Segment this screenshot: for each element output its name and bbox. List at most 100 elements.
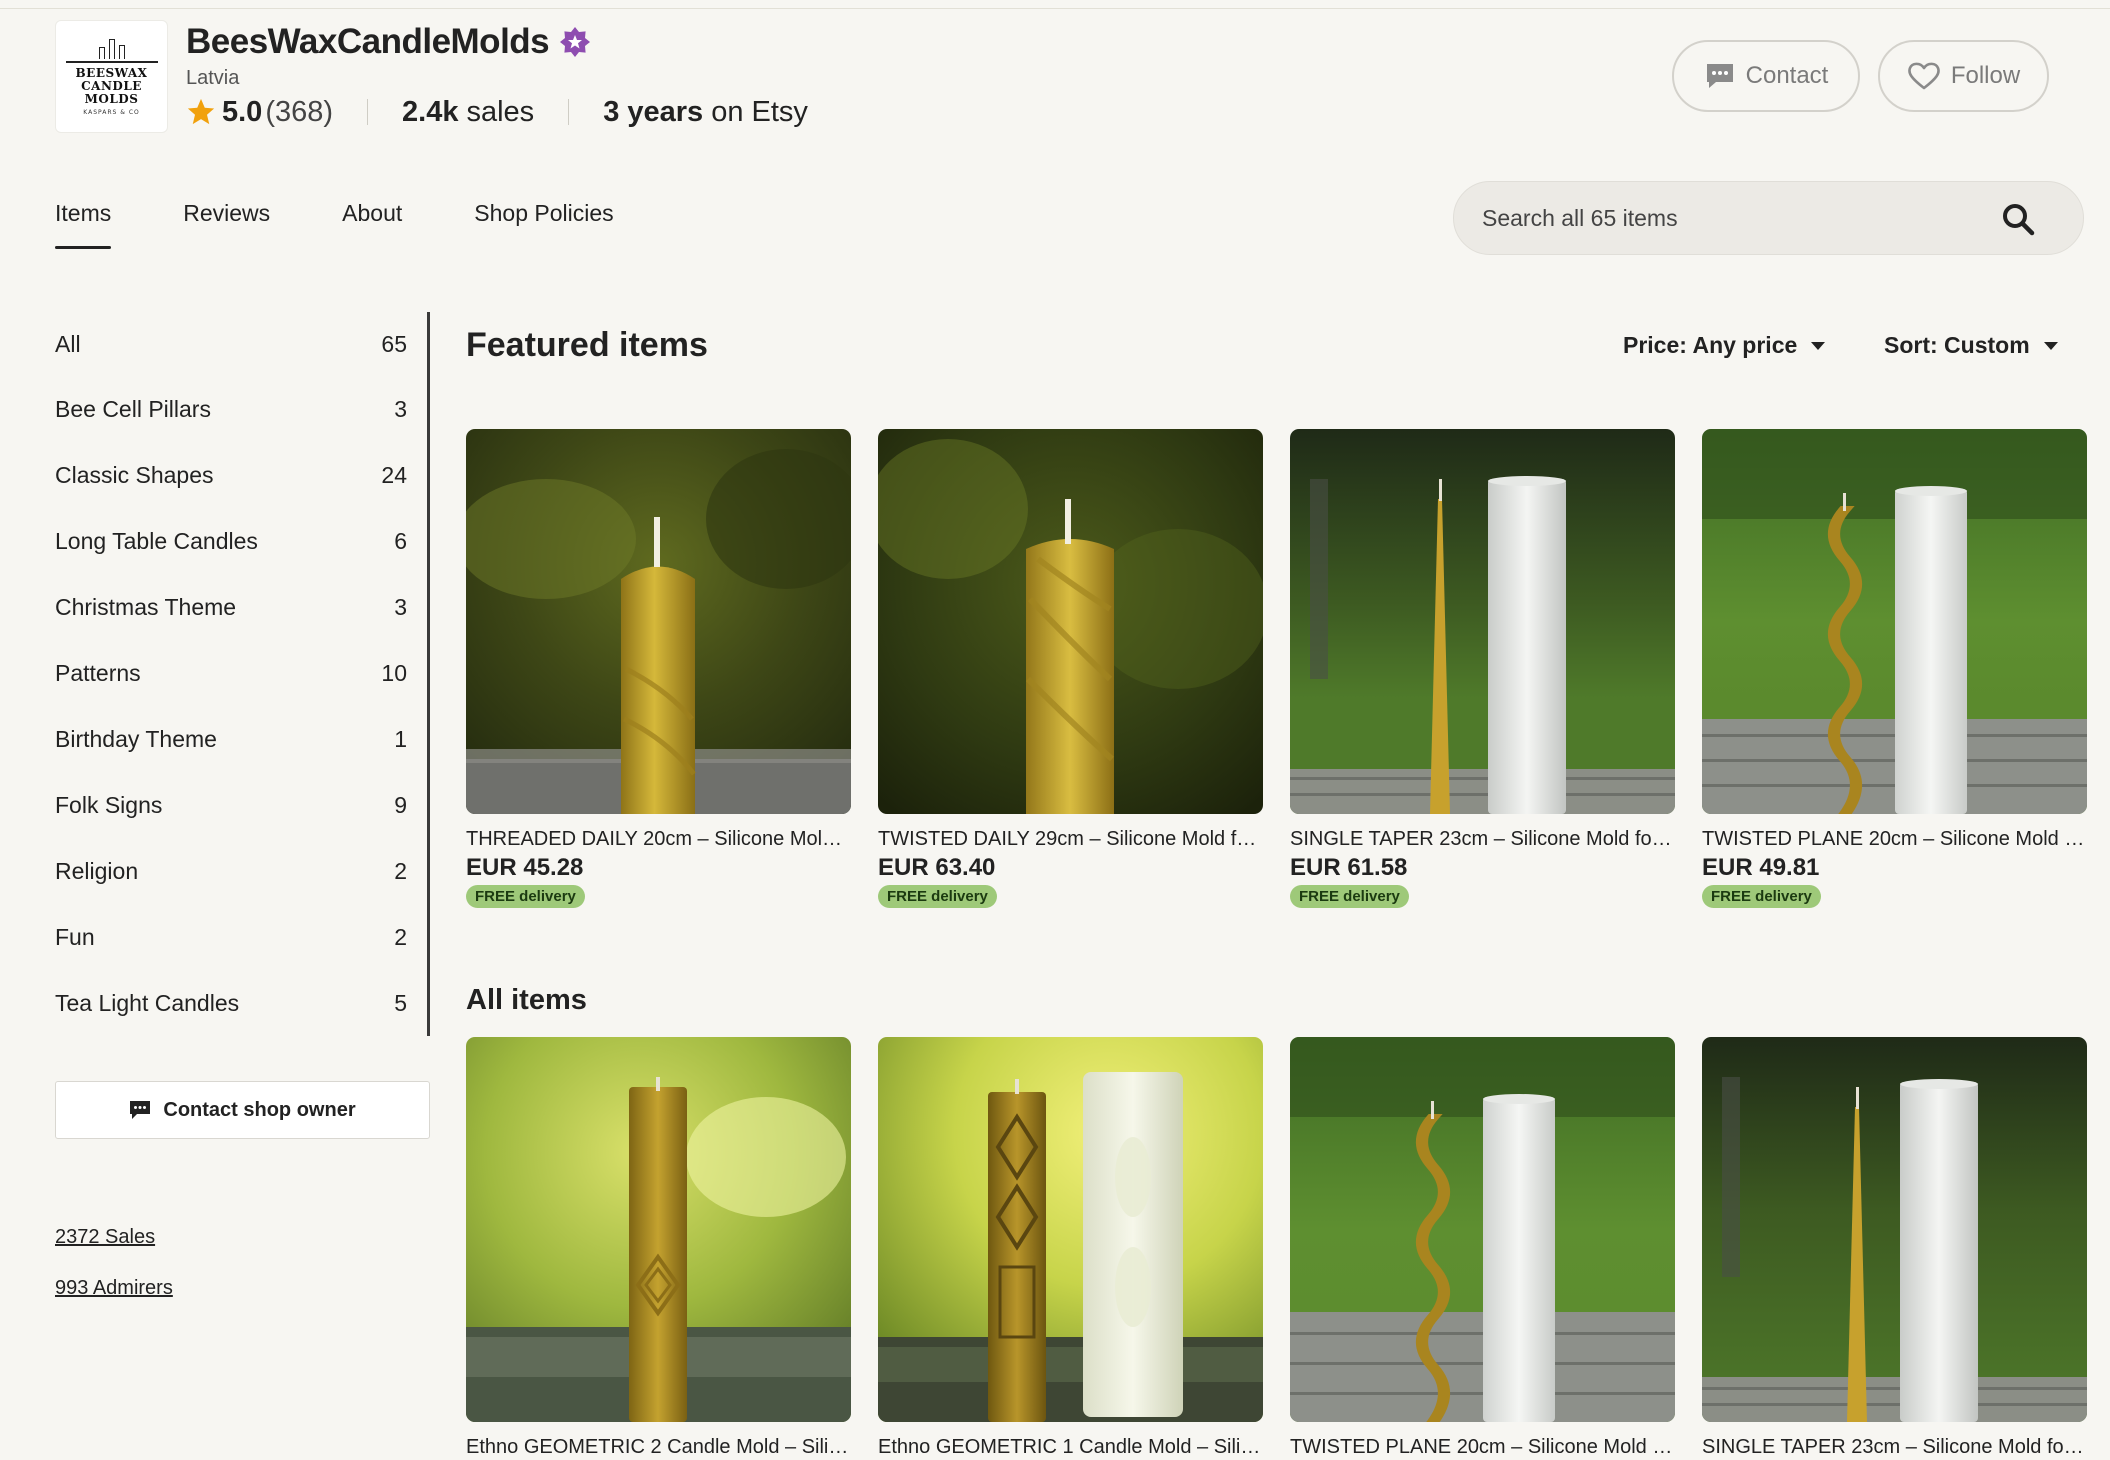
category-count: 10 xyxy=(381,659,407,686)
category-label: Religion xyxy=(55,857,139,884)
listing-image[interactable] xyxy=(1290,429,1675,814)
logo-divider xyxy=(65,61,158,63)
sort-label: Sort: Custom xyxy=(1884,332,2030,358)
listing-card[interactable]: Ethno GEOMETRIC 1 Candle Mold – Silicone… xyxy=(878,1037,1263,1459)
category-folk-signs[interactable]: Folk Signs 9 xyxy=(55,772,427,838)
caret-down-icon xyxy=(2043,341,2058,350)
stat-divider xyxy=(568,99,570,125)
category-classic-shapes[interactable]: Classic Shapes 24 xyxy=(55,442,427,508)
sales-link[interactable]: 2372 Sales xyxy=(55,1226,430,1249)
contact-button-label: Contact xyxy=(1745,62,1829,89)
category-list: All 65 Bee Cell Pillars 3 Classic Shapes 24… xyxy=(55,312,430,1036)
rating-value: 5.0 xyxy=(222,95,263,128)
category-birthday-theme[interactable]: Birthday Theme 1 xyxy=(55,706,427,772)
sales-value: 2.4k xyxy=(402,95,459,128)
listing-image[interactable] xyxy=(466,1037,851,1422)
search-input[interactable] xyxy=(1482,204,1962,232)
category-long-table-candles[interactable]: Long Table Candles 6 xyxy=(55,508,427,574)
tab-reviews[interactable]: Reviews xyxy=(183,200,270,249)
category-label: Tea Light Candles xyxy=(55,989,240,1016)
listing-price: EUR 49.81 xyxy=(1702,854,1820,881)
category-fun[interactable]: Fun 2 xyxy=(55,904,427,970)
listing-card[interactable]: SINGLE TAPER 23cm – Silicone Mold for Be… xyxy=(1290,429,1675,908)
category-label: Folk Signs xyxy=(55,791,163,818)
listing-image[interactable] xyxy=(466,429,851,814)
listing-card[interactable]: THREADED DAILY 20cm – Silicone Mold for … xyxy=(466,429,851,908)
heart-icon xyxy=(1908,62,1940,90)
listing-image[interactable] xyxy=(1702,1037,2087,1422)
category-label: Birthday Theme xyxy=(55,725,217,752)
listing-price: EUR 45.28 xyxy=(466,854,584,881)
rating-star-icon xyxy=(187,98,215,125)
listing-card[interactable]: TWISTED PLANE 20cm – Silicone Mold for B… xyxy=(1702,429,2087,908)
sidebar: All 65 Bee Cell Pillars 3 Classic Shapes 24… xyxy=(55,312,430,1300)
listing-title[interactable]: TWISTED PLANE 20cm – Silicone Mold for B… xyxy=(1702,828,2087,851)
rating-count[interactable]: (368) xyxy=(265,96,333,129)
stat-divider xyxy=(367,99,369,125)
category-label: Patterns xyxy=(55,659,141,686)
category-count: 3 xyxy=(394,395,407,422)
free-delivery-badge: FREE delivery xyxy=(466,885,585,908)
category-label: Fun xyxy=(55,923,95,950)
chat-icon xyxy=(130,1101,151,1119)
category-label: Bee Cell Pillars xyxy=(55,395,211,422)
listing-title[interactable]: Ethno GEOMETRIC 2 Candle Mold – Silicone… xyxy=(466,1436,851,1459)
category-count: 24 xyxy=(381,461,407,488)
listing-card[interactable]: SINGLE TAPER 23cm – Silicone Mold for Be… xyxy=(1702,1037,2087,1459)
category-tea-light-candles[interactable]: Tea Light Candles 5 xyxy=(55,970,427,1036)
tab-shop-policies[interactable]: Shop Policies xyxy=(474,200,613,249)
price-filter-label: Price: Any price xyxy=(1623,332,1798,358)
caret-down-icon xyxy=(1811,341,1826,350)
listing-price: EUR 63.40 xyxy=(878,854,996,881)
listing-image[interactable] xyxy=(878,1037,1263,1422)
listing-card[interactable]: TWISTED PLANE 20cm – Silicone Mold for B… xyxy=(1290,1037,1675,1459)
follow-button[interactable]: Follow xyxy=(1878,40,2049,112)
contact-button[interactable]: Contact xyxy=(1672,40,1860,112)
price-filter-dropdown[interactable]: Price: Any price xyxy=(1623,332,1826,359)
shop-name-row: BeesWaxCandleMolds xyxy=(186,22,591,62)
category-count: 2 xyxy=(394,923,407,950)
category-label: Long Table Candles xyxy=(55,527,258,554)
featured-items-grid: THREADED DAILY 20cm – Silicone Mold for … xyxy=(466,429,2087,908)
top-border xyxy=(0,0,2110,9)
shop-name: BeesWaxCandleMolds xyxy=(186,22,550,61)
tab-items[interactable]: Items xyxy=(55,200,112,249)
listing-price: EUR 61.58 xyxy=(1290,854,1408,881)
listing-title[interactable]: TWISTED DAILY 29cm – Silicone Mold for B… xyxy=(878,828,1263,851)
listing-title[interactable]: SINGLE TAPER 23cm – Silicone Mold for Be… xyxy=(1702,1436,2087,1459)
shop-stats: 5.0 (368) 2.4k sales 3 years on Etsy xyxy=(186,94,808,130)
listing-image[interactable] xyxy=(1702,429,2087,814)
listing-image[interactable] xyxy=(1290,1037,1675,1422)
listing-title[interactable]: TWISTED PLANE 20cm – Silicone Mold for B… xyxy=(1290,1436,1675,1459)
category-christmas-theme[interactable]: Christmas Theme 3 xyxy=(55,574,427,640)
listing-title[interactable]: Ethno GEOMETRIC 1 Candle Mold – Silicone… xyxy=(878,1436,1263,1459)
years-value: 3 years xyxy=(603,95,704,128)
sales-label: sales xyxy=(466,95,535,128)
shop-logo[interactable]: BEESWAX CANDLE MOLDS KASPARS & CO xyxy=(55,20,168,133)
category-count: 3 xyxy=(394,593,407,620)
sort-dropdown[interactable]: Sort: Custom xyxy=(1884,332,2058,359)
contact-shop-owner-label: Contact shop owner xyxy=(163,1098,356,1121)
category-religion[interactable]: Religion 2 xyxy=(55,838,427,904)
contact-shop-owner-button[interactable]: Contact shop owner xyxy=(55,1081,430,1139)
all-items-heading: All items xyxy=(466,984,587,1016)
category-count: 2 xyxy=(394,857,407,884)
chat-icon xyxy=(1706,64,1733,88)
category-bee-cell-pillars[interactable]: Bee Cell Pillars 3 xyxy=(55,376,427,442)
listing-title[interactable]: THREADED DAILY 20cm – Silicone Mold for … xyxy=(466,828,851,851)
shop-tabs: Items Reviews About Shop Policies xyxy=(55,200,614,249)
logo-candles-icon xyxy=(98,37,125,59)
free-delivery-badge: FREE delivery xyxy=(1702,885,1821,908)
years-label: on Etsy xyxy=(711,95,808,128)
listing-title[interactable]: SINGLE TAPER 23cm – Silicone Mold for Be… xyxy=(1290,828,1675,851)
listing-image[interactable] xyxy=(878,429,1263,814)
admirers-link[interactable]: 993 Admirers xyxy=(55,1277,430,1300)
category-patterns[interactable]: Patterns 10 xyxy=(55,640,427,706)
listing-card[interactable]: TWISTED DAILY 29cm – Silicone Mold for B… xyxy=(878,429,1263,908)
search-icon[interactable] xyxy=(2001,202,2035,236)
listing-card[interactable]: Ethno GEOMETRIC 2 Candle Mold – Silicone… xyxy=(466,1037,851,1459)
star-seller-badge-icon[interactable] xyxy=(559,26,591,58)
category-count: 6 xyxy=(394,527,407,554)
category-all[interactable]: All 65 xyxy=(55,312,427,376)
tab-about[interactable]: About xyxy=(342,200,402,249)
